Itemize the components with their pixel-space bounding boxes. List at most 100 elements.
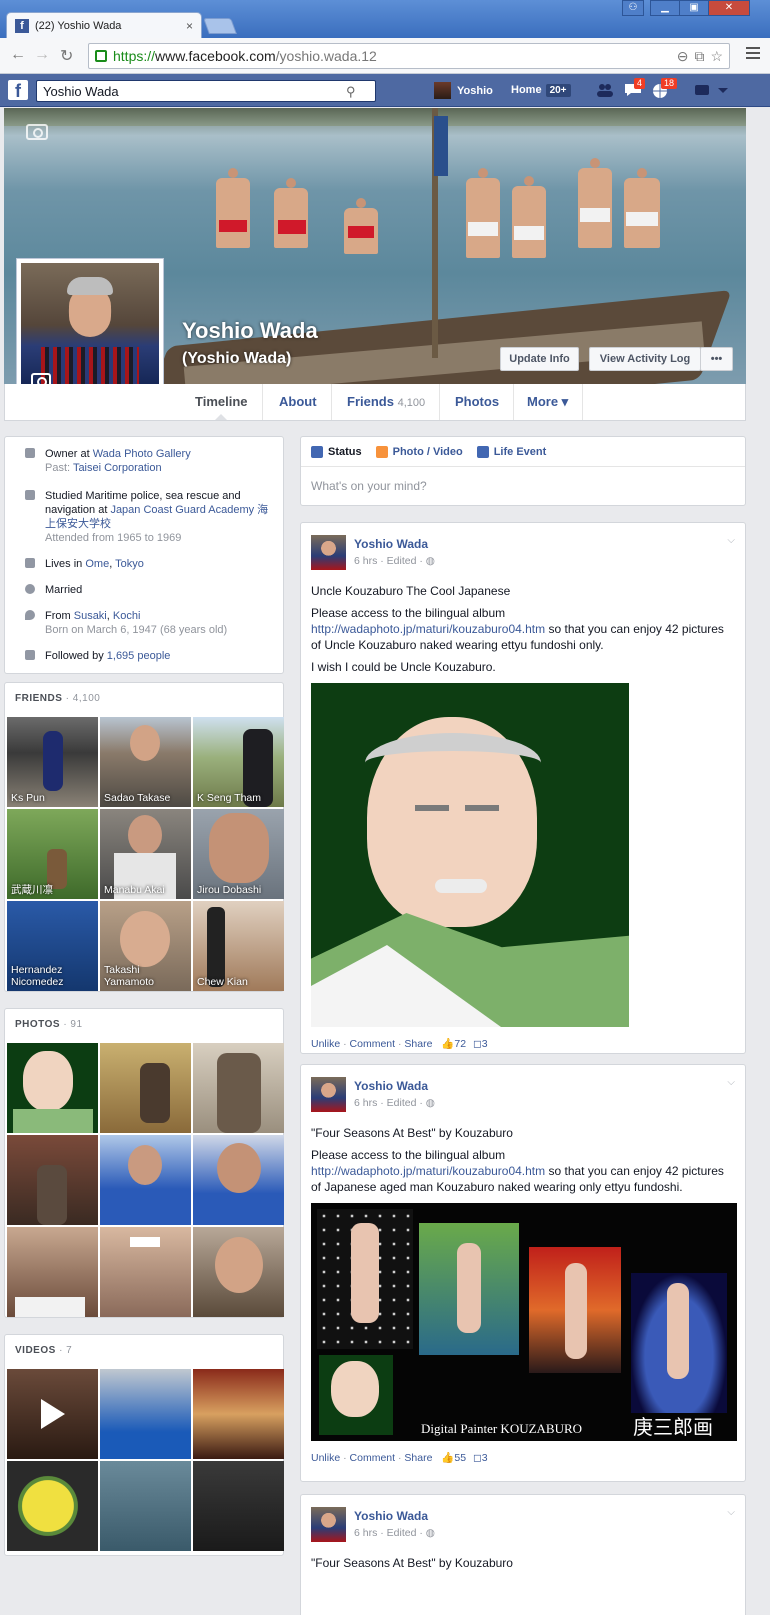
tab-photos[interactable]: Photos (441, 384, 515, 420)
friend-tile[interactable]: Chew Kian (193, 901, 284, 991)
view-activity-log-button[interactable]: View Activity Log (589, 347, 701, 371)
from-city-link[interactable]: Susaki (74, 610, 107, 622)
restore-icon[interactable]: ▣ (679, 0, 709, 16)
post-timestamp[interactable]: 6 hrs · Edited · ◍ (354, 1097, 435, 1109)
photo-tile[interactable] (7, 1227, 98, 1317)
album-link[interactable]: http://wadaphoto.jp/maturi/kouzaburo04.h… (311, 622, 545, 636)
status-input[interactable]: What's on your mind? (301, 467, 745, 505)
browser-tab[interactable]: f (22) Yoshio Wada × (6, 12, 202, 38)
post-author-link[interactable]: Yoshio Wada (354, 1079, 428, 1093)
video-tile[interactable] (7, 1369, 98, 1459)
post-image-four-seasons[interactable]: Digital Painter KOUZABURO 庚三郎画 (311, 1203, 737, 1441)
messages-icon[interactable]: 4 (624, 78, 646, 97)
friend-tile[interactable]: Sadao Takase (100, 717, 191, 807)
friend-tile[interactable]: 武蔵川凛 (7, 809, 98, 899)
like-count[interactable]: 55 (454, 1452, 466, 1464)
close-window-icon[interactable]: ✕ (708, 0, 750, 16)
facebook-search-input[interactable]: Yoshio Wada (36, 80, 376, 102)
video-tile[interactable] (193, 1461, 284, 1551)
browser-menu-icon[interactable] (746, 47, 760, 59)
friend-tile[interactable]: Ks Pun (7, 717, 98, 807)
home-link[interactable]: Home 20+ (511, 84, 571, 97)
photo-tile[interactable] (193, 1135, 284, 1225)
zoom-icon[interactable]: ⊖ (677, 48, 689, 65)
avatar[interactable] (311, 1507, 346, 1542)
post-image-portrait[interactable] (311, 683, 629, 1027)
address-bar[interactable]: https://www.facebook.com/yoshio.wada.12 … (88, 43, 730, 69)
photo-tile[interactable] (193, 1227, 284, 1317)
share-link[interactable]: Share (404, 1038, 432, 1050)
back-arrow-icon[interactable]: ← (10, 46, 26, 64)
avatar[interactable] (311, 535, 346, 570)
friends-title-link[interactable]: FRIENDS (15, 693, 62, 704)
friend-tile[interactable]: Hernandez Nicomedez (7, 901, 98, 991)
search-icon[interactable]: ⚲ (346, 84, 356, 100)
notifications-globe-icon[interactable]: 18 (651, 78, 678, 98)
work-link[interactable]: Wada Photo Gallery (93, 448, 191, 460)
photos-title-link[interactable]: PHOTOS (15, 1019, 60, 1030)
tab-about[interactable]: About (265, 384, 332, 420)
composer-tab-status[interactable]: Status (311, 445, 362, 458)
followers-link[interactable]: 1,695 people (107, 650, 171, 662)
privacy-shortcuts-icon[interactable] (694, 83, 712, 97)
profile-icon[interactable]: ⚇ (622, 0, 644, 16)
more-options-button[interactable]: ••• (700, 347, 733, 371)
intro-followers: Followed by 1,695 people (15, 649, 273, 663)
friend-requests-icon[interactable] (596, 83, 614, 97)
friend-tile[interactable]: Manabu Akai (100, 809, 191, 899)
photo-tile[interactable] (193, 1043, 284, 1133)
comment-link[interactable]: Comment (350, 1452, 396, 1464)
video-tile[interactable] (100, 1369, 191, 1459)
photo-tile[interactable] (100, 1043, 191, 1133)
like-count[interactable]: 72 (454, 1038, 466, 1050)
chevron-down-icon[interactable]: ⌵ (727, 1077, 735, 1088)
tab-close-icon[interactable]: × (186, 19, 193, 33)
avatar[interactable] (311, 1077, 346, 1112)
forward-arrow-icon[interactable]: → (34, 46, 50, 64)
lives-region-link[interactable]: Tokyo (115, 558, 144, 570)
share-link[interactable]: Share (404, 1452, 432, 1464)
account-menu-icon[interactable] (716, 83, 734, 97)
change-cover-camera-icon[interactable] (26, 124, 48, 140)
friend-tile[interactable]: Jirou Dobashi (193, 809, 284, 899)
lives-city-link[interactable]: Ome (85, 558, 109, 570)
photo-tile[interactable] (100, 1227, 191, 1317)
facebook-logo-icon[interactable]: f (8, 80, 28, 101)
friend-tile[interactable]: K Seng Tham (193, 717, 284, 807)
chevron-down-icon[interactable]: ⌵ (727, 1507, 735, 1518)
post-timestamp[interactable]: 6 hrs · Edited · ◍ (354, 1527, 435, 1539)
comment-count[interactable]: 3 (482, 1038, 488, 1050)
post-author-link[interactable]: Yoshio Wada (354, 1509, 428, 1523)
photo-tile[interactable] (7, 1043, 98, 1133)
unlike-link[interactable]: Unlike (311, 1452, 340, 1464)
new-tab-button[interactable] (203, 18, 237, 34)
comment-link[interactable]: Comment (350, 1038, 396, 1050)
translate-icon[interactable]: ⧉ (694, 48, 704, 65)
comment-count[interactable]: 3 (482, 1452, 488, 1464)
tab-more[interactable]: More ▾ (513, 384, 584, 420)
reload-icon[interactable]: ↻ (60, 46, 73, 66)
update-info-button[interactable]: Update Info (500, 347, 579, 371)
video-tile[interactable] (193, 1369, 284, 1459)
user-profile-link[interactable]: Yoshio (434, 82, 493, 99)
composer-tab-life-event[interactable]: Life Event (476, 445, 546, 458)
album-link[interactable]: http://wadaphoto.jp/maturi/kouzaburo04.h… (311, 1164, 545, 1178)
chevron-down-icon[interactable]: ⌵ (727, 535, 735, 546)
post-timestamp[interactable]: 6 hrs · Edited · ◍ (354, 555, 435, 567)
photo-tile[interactable] (100, 1135, 191, 1225)
photo-tile[interactable] (7, 1135, 98, 1225)
tab-friends[interactable]: Friends 4,100 (333, 384, 441, 420)
from-region-link[interactable]: Kochi (113, 610, 141, 622)
composer-tab-photo-video[interactable]: Photo / Video (375, 445, 463, 458)
video-tile[interactable] (100, 1461, 191, 1551)
past-work-link[interactable]: Taisei Corporation (73, 462, 162, 474)
minimize-icon[interactable]: ▁ (650, 0, 680, 16)
image-caption: Digital Painter KOUZABURO (421, 1421, 583, 1436)
bookmark-star-icon[interactable]: ☆ (710, 48, 723, 65)
video-tile[interactable] (7, 1461, 98, 1551)
friend-tile[interactable]: Takashi Yamamoto (100, 901, 191, 991)
unlike-link[interactable]: Unlike (311, 1038, 340, 1050)
tab-timeline[interactable]: Timeline (181, 384, 263, 420)
videos-title-link[interactable]: VIDEOS (15, 1345, 56, 1356)
post-author-link[interactable]: Yoshio Wada (354, 537, 428, 551)
